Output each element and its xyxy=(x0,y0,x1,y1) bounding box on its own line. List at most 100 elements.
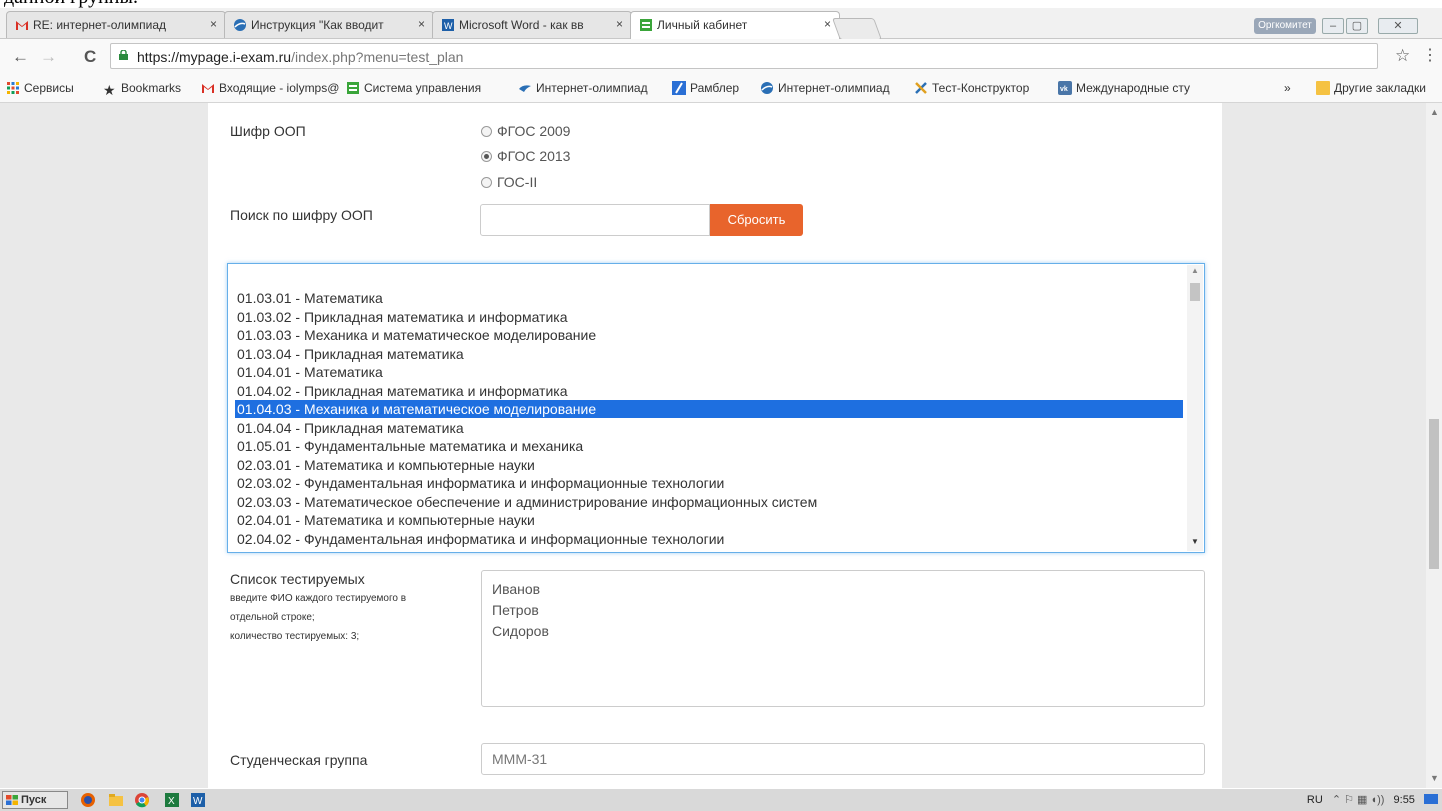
program-option[interactable]: 01.04.02 - Прикладная математика и инфор… xyxy=(235,382,1183,400)
program-option[interactable]: 02.04.02 - Фундаментальная информатика и… xyxy=(235,530,1183,548)
tab-gmail[interactable]: RE: интернет-олимпиад × xyxy=(6,11,226,38)
tab-word[interactable]: W Microsoft Word - как вв × xyxy=(432,11,632,38)
minimize-button[interactable]: – xyxy=(1322,18,1344,34)
reset-button[interactable]: Сбросить xyxy=(710,204,803,236)
bookmark-test-constructor[interactable]: Тест-Конструктор xyxy=(914,81,1029,95)
page-scrollbar[interactable]: ▲ ▼ xyxy=(1426,103,1442,788)
gmail-icon xyxy=(202,84,214,93)
tab-cabinet[interactable]: Личный кабинет × xyxy=(630,11,840,39)
program-option[interactable]: 02.03.03 - Математическое обеспечение и … xyxy=(235,493,1183,511)
close-icon[interactable]: × xyxy=(210,17,217,31)
site-logo-icon xyxy=(640,19,652,31)
caption-strip: данной группы. xyxy=(0,0,1442,8)
bookmark-olympiad-1[interactable]: Интернет-олимпиад xyxy=(518,81,648,95)
radio-button-checked[interactable] xyxy=(481,151,492,162)
folder-icon[interactable] xyxy=(108,792,124,808)
testee-line: Иванов xyxy=(492,581,541,597)
svg-text:X: X xyxy=(168,796,175,807)
globe-icon xyxy=(761,82,773,94)
program-option[interactable]: 02.03.01 - Математика и компьютерные нау… xyxy=(235,456,1183,474)
program-option[interactable]: 02.03.02 - Фундаментальная информатика и… xyxy=(235,474,1183,492)
bookmark-olympiad-2[interactable]: Интернет-олимпиад xyxy=(760,81,890,95)
chrome-icon[interactable] xyxy=(134,792,150,808)
tab-title: Личный кабинет xyxy=(657,18,748,32)
group-input[interactable]: МММ-31 xyxy=(481,743,1205,775)
testees-hint: отдельной строке; xyxy=(230,612,315,623)
vk-icon: vk xyxy=(1058,81,1072,95)
url-path: /index.php?menu=test_plan xyxy=(291,49,464,65)
bookmark-system[interactable]: Система управления xyxy=(346,81,481,95)
radio-gos-ii[interactable]: ГОС-II xyxy=(481,174,537,190)
address-bar[interactable]: https://mypage.i-exam.ru/index.php?menu=… xyxy=(110,43,1378,69)
profile-button[interactable]: Оргкомитет xyxy=(1254,18,1316,34)
program-option[interactable]: 01.03.04 - Прикладная математика xyxy=(235,345,1183,363)
program-option[interactable]: 01.05.01 - Фундаментальные математика и … xyxy=(235,437,1183,455)
tab-title: RE: интернет-олимпиад xyxy=(33,18,167,32)
tray-icons: ⌃ ⚐ ▦ ◖)) xyxy=(1331,794,1385,806)
bookmark-apps[interactable]: Сервисы xyxy=(6,81,74,95)
bookmark-label: Тест-Конструктор xyxy=(932,81,1030,95)
caption-text: данной группы. xyxy=(4,0,138,8)
scroll-down-icon[interactable]: ▼ xyxy=(1191,537,1199,546)
radio-fgos-2013[interactable]: ФГОС 2013 xyxy=(481,148,570,164)
browser-toolbar: ← → C https://mypage.i-exam.ru/index.php… xyxy=(0,39,1442,74)
svg-text:W: W xyxy=(193,796,203,807)
scroll-up-icon[interactable]: ▲ xyxy=(1430,107,1439,117)
language-indicator[interactable]: RU xyxy=(1307,794,1323,806)
scroll-up-icon[interactable]: ▲ xyxy=(1191,266,1199,275)
program-option[interactable]: 01.03.03 - Механика и математическое мод… xyxy=(235,326,1183,344)
radio-button[interactable] xyxy=(481,126,492,137)
bookmark-label: Bookmarks xyxy=(121,81,182,95)
oop-search-input[interactable] xyxy=(480,204,710,236)
radio-button[interactable] xyxy=(481,177,492,188)
testees-textarea[interactable]: Иванов Петров Сидоров xyxy=(481,570,1205,707)
word-doc-icon: W xyxy=(442,19,454,31)
rambler-icon xyxy=(672,81,686,95)
scroll-thumb[interactable] xyxy=(1429,419,1439,569)
forward-icon[interactable]: → xyxy=(40,47,57,67)
folder-icon xyxy=(1316,81,1330,95)
tab-strip: RE: интернет-олимпиад × Инструкция "Как … xyxy=(0,8,1442,40)
start-button[interactable]: Пуск xyxy=(2,791,68,809)
lock-icon xyxy=(119,50,128,60)
clock[interactable]: 9:55 xyxy=(1394,794,1415,806)
bookmarks-overflow-button[interactable]: » xyxy=(1284,81,1291,95)
oop-label: Шифр ООП xyxy=(230,123,306,139)
program-option[interactable]: 01.04.01 - Математика xyxy=(235,363,1183,381)
url-host: https://mypage.i-exam.ru xyxy=(137,49,292,65)
program-option[interactable]: 01.03.02 - Прикладная математика и инфор… xyxy=(235,308,1183,326)
bookmark-label: Система управления xyxy=(364,81,482,95)
excel-icon[interactable]: X xyxy=(164,792,180,808)
back-icon[interactable]: ← xyxy=(12,47,29,67)
firefox-icon[interactable] xyxy=(80,792,96,808)
bookmark-international[interactable]: vk Международные сту xyxy=(1058,81,1190,95)
bookmark-star-icon[interactable]: ☆ xyxy=(1395,46,1410,66)
show-desktop-icon[interactable] xyxy=(1424,794,1438,804)
program-option[interactable]: 01.04.03 - Механика и математическое мод… xyxy=(235,400,1183,418)
reload-icon[interactable]: C xyxy=(84,47,96,67)
close-icon[interactable]: × xyxy=(418,17,425,31)
program-listbox[interactable]: 01.03.01 - Математика 01.03.02 - Прикладн… xyxy=(227,263,1205,553)
bookmark-bookmarks[interactable]: ★ Bookmarks xyxy=(103,81,181,97)
close-icon[interactable]: × xyxy=(616,17,623,31)
bookmark-label: Сервисы xyxy=(24,81,74,95)
bookmark-other[interactable]: Другие закладки xyxy=(1316,81,1426,95)
close-window-button[interactable]: ✕ xyxy=(1378,18,1418,34)
maximize-button[interactable]: ▢ xyxy=(1346,18,1368,34)
scroll-thumb[interactable] xyxy=(1190,283,1200,301)
tab-title: Инструкция "Как вводит xyxy=(251,18,384,32)
program-option[interactable]: 01.04.04 - Прикладная математика xyxy=(235,419,1183,437)
program-option[interactable]: 01.03.01 - Математика xyxy=(235,289,1183,307)
listbox-scrollbar[interactable]: ▲ ▼ xyxy=(1187,265,1203,551)
new-tab-button[interactable] xyxy=(831,18,883,40)
word-icon[interactable]: W xyxy=(190,792,206,808)
program-option[interactable]: 02.04.01 - Математика и компьютерные нау… xyxy=(235,511,1183,529)
bookmark-rambler[interactable]: Рамблер xyxy=(672,81,739,95)
bookmark-inbox[interactable]: Входящие - iolymps@ xyxy=(201,81,339,95)
tab-instruction[interactable]: Инструкция "Как вводит × xyxy=(224,11,434,38)
testee-line: Сидоров xyxy=(492,623,549,639)
scroll-down-icon[interactable]: ▼ xyxy=(1430,773,1439,783)
browser-menu-icon[interactable]: ⋮ xyxy=(1422,45,1438,65)
radio-fgos-2009[interactable]: ФГОС 2009 xyxy=(481,123,570,139)
close-icon[interactable]: × xyxy=(824,17,831,31)
